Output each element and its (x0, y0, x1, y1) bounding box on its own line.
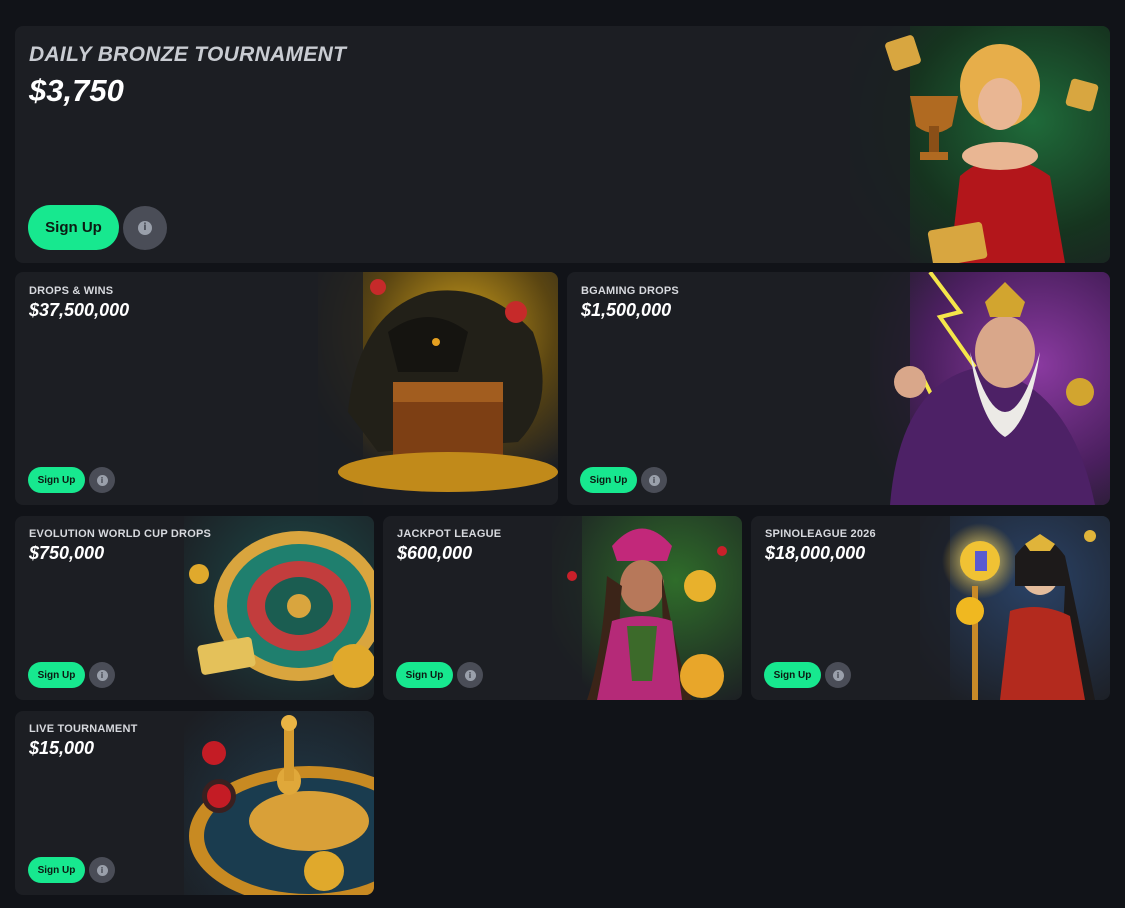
sign-up-button[interactable]: Sign Up (764, 662, 821, 688)
info-button[interactable]: i (457, 662, 483, 688)
info-icon: i (138, 220, 152, 235)
tournament-artwork (870, 272, 1110, 505)
tournament-artwork (318, 272, 558, 505)
tournament-artwork (184, 711, 374, 895)
info-button[interactable]: i (89, 662, 115, 688)
tournament-card-spinoleague-2026[interactable]: SPINOLEAGUE 2026 $18,000,000 Sign Up i (751, 516, 1110, 700)
tournament-artwork (552, 516, 742, 700)
info-icon: i (832, 669, 844, 681)
info-button[interactable]: i (89, 857, 115, 883)
prize-amount: $3,750 (29, 73, 124, 108)
sign-up-button[interactable]: Sign Up (28, 857, 85, 883)
tournament-card-drops-wins[interactable]: DROPS & WINS $37,500,000 Sign Up i (15, 272, 558, 505)
tournament-card-jackpot-league[interactable]: JACKPOT LEAGUE $600,000 Sign Up i (383, 516, 742, 700)
prize-amount: $37,500,000 (29, 300, 130, 320)
tournament-artwork (920, 516, 1110, 700)
info-button[interactable]: i (123, 205, 167, 250)
info-icon: i (96, 864, 108, 876)
info-button[interactable]: i (825, 662, 851, 688)
prize-amount: $1,500,000 (581, 300, 672, 320)
sign-up-button[interactable]: Sign Up (580, 467, 637, 493)
tournament-title: BGAMING DROPS (581, 285, 679, 297)
tournament-card-evolution-world-cup[interactable]: EVOLUTION WORLD CUP DROPS $750,000 Sign … (15, 516, 374, 700)
tournament-artwork (850, 26, 1110, 263)
info-icon: i (96, 669, 108, 681)
info-button[interactable]: i (89, 467, 115, 493)
tournament-title: DAILY BRONZE TOURNAMENT (29, 43, 347, 66)
prize-amount: $750,000 (29, 543, 105, 563)
tournament-title: JACKPOT LEAGUE (397, 528, 502, 540)
tournament-title: EVOLUTION WORLD CUP DROPS (29, 528, 212, 540)
tournament-title: DROPS & WINS (29, 285, 114, 297)
tournament-artwork (184, 516, 374, 700)
info-icon: i (648, 474, 660, 486)
tournament-card-bgaming-drops[interactable]: BGAMING DROPS $1,500,000 Sign Up i (567, 272, 1110, 505)
sign-up-button[interactable]: Sign Up (28, 467, 85, 493)
tournament-card-daily-bronze[interactable]: DAILY BRONZE TOURNAMENT $3,750 Sign Up i (15, 26, 1110, 263)
info-icon: i (464, 669, 476, 681)
tournament-title: SPINOLEAGUE 2026 (765, 528, 876, 540)
sign-up-button[interactable]: Sign Up (396, 662, 453, 688)
tournament-card-live-tournament[interactable]: LIVE TOURNAMENT $15,000 Sign Up i (15, 711, 374, 895)
info-icon: i (96, 474, 108, 486)
info-button[interactable]: i (641, 467, 667, 493)
tournament-title: LIVE TOURNAMENT (29, 723, 138, 735)
sign-up-button[interactable]: Sign Up (28, 205, 119, 250)
prize-amount: $18,000,000 (765, 543, 866, 563)
prize-amount: $15,000 (29, 738, 95, 758)
sign-up-button[interactable]: Sign Up (28, 662, 85, 688)
prize-amount: $600,000 (397, 543, 473, 563)
